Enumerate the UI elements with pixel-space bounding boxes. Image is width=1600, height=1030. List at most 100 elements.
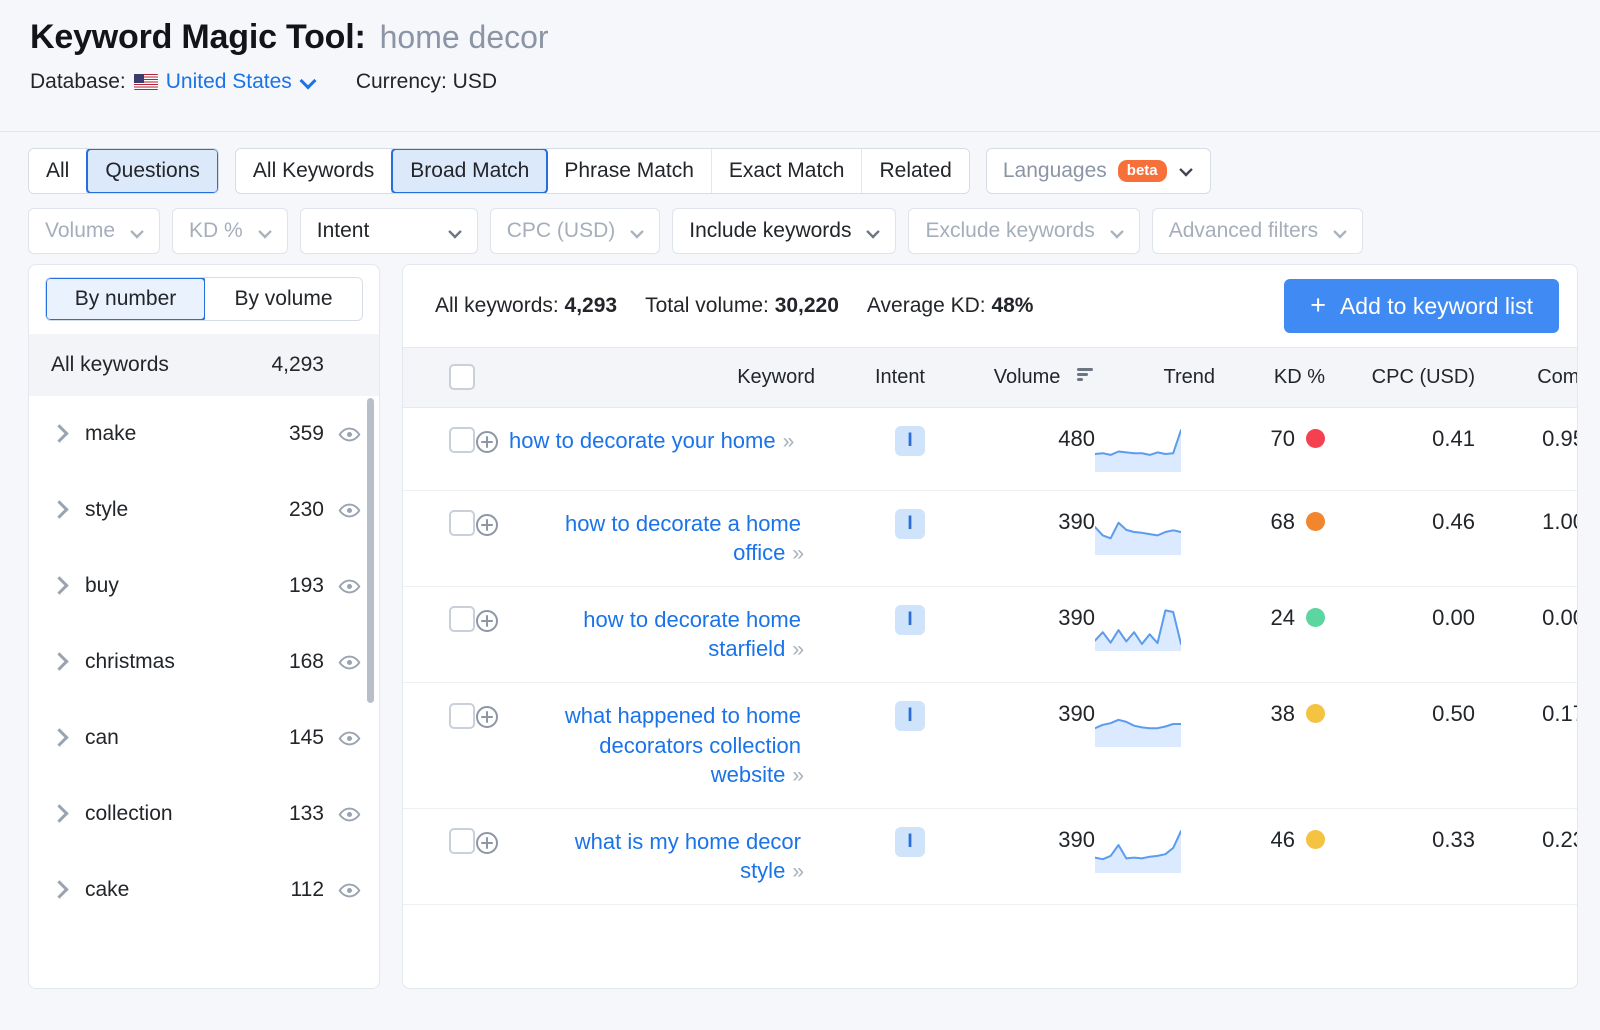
- add-keyword-icon[interactable]: [475, 705, 499, 729]
- languages-dropdown[interactable]: Languages beta: [985, 148, 1211, 194]
- filter-cpc[interactable]: CPC (USD): [489, 208, 661, 254]
- row-checkbox[interactable]: [449, 827, 475, 854]
- add-keyword-icon[interactable]: [475, 513, 499, 537]
- add-to-keyword-list-button[interactable]: + Add to keyword list: [1284, 279, 1559, 333]
- intent-badge[interactable]: I: [895, 826, 925, 857]
- expand-serp-icon[interactable]: »: [792, 542, 804, 565]
- eye-icon[interactable]: [338, 803, 361, 826]
- row-checkbox[interactable]: [449, 427, 475, 454]
- sidebar-item[interactable]: buy 193: [29, 548, 379, 624]
- keyword-link[interactable]: how to decorate a home office»: [509, 509, 804, 568]
- row-checkbox[interactable]: [449, 606, 475, 633]
- sidebar-item-label: cake: [85, 878, 130, 901]
- intent-badge[interactable]: I: [895, 426, 925, 456]
- add-to-keyword-list-label: Add to keyword list: [1339, 292, 1533, 319]
- keyword-link[interactable]: how to decorate your home »: [509, 426, 795, 456]
- tab-phrase-match[interactable]: Phrase Match: [547, 149, 712, 193]
- kd-cell: 46: [1215, 808, 1325, 905]
- eye-icon[interactable]: [338, 423, 361, 446]
- tab-all[interactable]: All: [29, 149, 88, 193]
- summary-average-kd-value: 48%: [991, 294, 1034, 317]
- toggle-by-volume[interactable]: By volume: [205, 278, 362, 320]
- sidebar-item[interactable]: collection 133: [29, 776, 379, 852]
- column-volume[interactable]: Volume: [925, 347, 1095, 408]
- column-intent[interactable]: Intent: [815, 347, 925, 408]
- expand-serp-icon[interactable]: »: [792, 860, 804, 883]
- tab-all-keywords[interactable]: All Keywords: [235, 149, 393, 193]
- sidebar-item-count: 168: [288, 650, 324, 673]
- keyword-link[interactable]: what happened to home decorators collect…: [509, 701, 804, 789]
- sidebar-item-label: buy: [85, 574, 119, 597]
- keyword-link[interactable]: what is my home decor style»: [509, 827, 804, 886]
- expand-serp-icon[interactable]: »: [783, 430, 795, 453]
- chevron-right-icon[interactable]: [49, 879, 71, 901]
- keyword-cell: how to decorate home starfield»: [475, 586, 815, 684]
- tab-exact-match[interactable]: Exact Match: [711, 149, 863, 193]
- database-value[interactable]: United States: [166, 70, 292, 94]
- filter-include-keywords[interactable]: Include keywords: [672, 208, 897, 254]
- chevron-down-icon[interactable]: [300, 70, 316, 94]
- add-keyword-icon[interactable]: [475, 609, 499, 633]
- sidebar-scrollbar[interactable]: [367, 398, 374, 703]
- intent-cell: I: [815, 407, 925, 491]
- segment-row: All Questions All Keywords Broad Match P…: [28, 148, 1572, 194]
- row-checkbox[interactable]: [449, 702, 475, 729]
- column-com[interactable]: Com.: [1475, 347, 1577, 408]
- sidebar-item-all-keywords[interactable]: All keywords 4,293: [29, 334, 379, 396]
- filter-intent[interactable]: Intent: [299, 208, 478, 254]
- toggle-by-number[interactable]: By number: [46, 278, 206, 320]
- sidebar-item[interactable]: cake 112: [29, 852, 379, 928]
- column-trend[interactable]: Trend: [1095, 347, 1215, 408]
- chevron-right-icon[interactable]: [49, 499, 71, 521]
- intent-badge[interactable]: I: [895, 701, 925, 732]
- chevron-right-icon[interactable]: [49, 575, 71, 597]
- filter-advanced[interactable]: Advanced filters: [1151, 208, 1364, 254]
- filter-exclude-keywords[interactable]: Exclude keywords: [908, 208, 1140, 254]
- sidebar-list: All keywords 4,293 make 359 style 230 buy 193…: [29, 334, 379, 988]
- filter-volume[interactable]: Volume: [28, 208, 161, 254]
- intent-badge[interactable]: I: [895, 605, 925, 636]
- select-all-header: [403, 347, 475, 408]
- eye-icon[interactable]: [338, 651, 361, 674]
- tab-questions[interactable]: Questions: [86, 149, 218, 193]
- add-keyword-icon[interactable]: [475, 430, 499, 454]
- volume-cell: 390: [925, 586, 1095, 684]
- row-select-cell: [403, 490, 475, 588]
- kd-cell: 38: [1215, 682, 1325, 809]
- com-cell: 0.95: [1475, 407, 1577, 491]
- eye-icon[interactable]: [338, 499, 361, 522]
- select-all-checkbox[interactable]: [449, 364, 475, 390]
- add-keyword-icon[interactable]: [475, 831, 499, 855]
- chevron-right-icon[interactable]: [49, 803, 71, 825]
- database-selector[interactable]: Database: United States: [30, 70, 316, 94]
- eye-icon[interactable]: [338, 727, 361, 750]
- chevron-right-icon[interactable]: [49, 651, 71, 673]
- intent-badge[interactable]: I: [895, 509, 925, 539]
- trend-cell: [1095, 682, 1215, 809]
- column-cpc[interactable]: CPC (USD): [1325, 347, 1475, 408]
- expand-serp-icon[interactable]: »: [792, 638, 804, 661]
- row-checkbox[interactable]: [449, 510, 475, 537]
- intent-cell: I: [815, 682, 925, 809]
- sidebar-item[interactable]: style 230: [29, 472, 379, 548]
- sidebar-item[interactable]: can 145: [29, 700, 379, 776]
- page-title: Keyword Magic Tool: home decor: [30, 18, 1570, 57]
- keyword-cell: how to decorate a home office»: [475, 490, 815, 588]
- tab-broad-match[interactable]: Broad Match: [391, 149, 549, 193]
- column-keyword[interactable]: Keyword: [475, 347, 815, 408]
- tab-related[interactable]: Related: [862, 149, 969, 193]
- expand-serp-icon[interactable]: »: [792, 764, 804, 787]
- filter-kd[interactable]: KD %: [172, 208, 288, 254]
- sidebar-item[interactable]: christmas 168: [29, 624, 379, 700]
- chevron-down-icon: [1110, 225, 1123, 238]
- keyword-link[interactable]: how to decorate home starfield»: [509, 605, 804, 664]
- chevron-right-icon[interactable]: [49, 423, 71, 445]
- sidebar-item[interactable]: make 359: [29, 396, 379, 472]
- kd-cell: 68: [1215, 490, 1325, 588]
- column-kd[interactable]: KD %: [1215, 347, 1325, 408]
- row-select-cell: [403, 407, 475, 491]
- eye-icon[interactable]: [338, 879, 361, 902]
- eye-icon[interactable]: [338, 575, 361, 598]
- chevron-right-icon[interactable]: [49, 727, 71, 749]
- kd-value: 46: [1270, 826, 1295, 852]
